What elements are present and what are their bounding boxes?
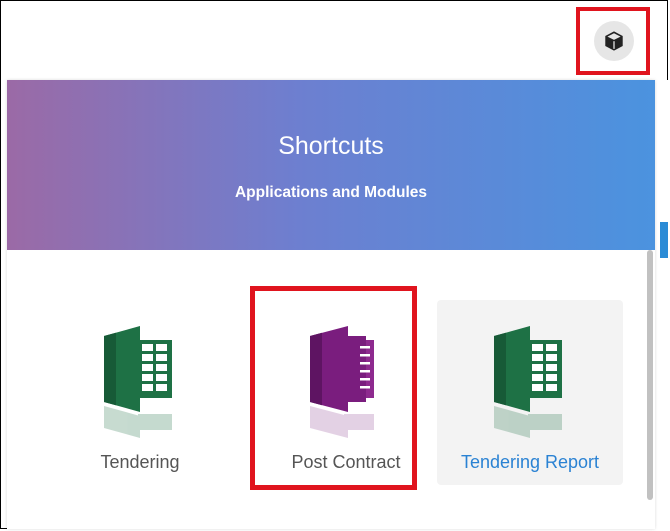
scrollbar-thumb[interactable] bbox=[647, 250, 653, 500]
shortcuts-title: Shortcuts bbox=[278, 132, 384, 160]
page-background-strip bbox=[654, 80, 668, 529]
shortcut-tile-post-contract[interactable]: Post Contract bbox=[251, 300, 441, 485]
shortcut-tile-tendering[interactable]: Tendering bbox=[45, 300, 235, 485]
page-accent bbox=[660, 222, 668, 258]
shortcuts-panel: Shortcuts Applications and Modules Tende… bbox=[7, 80, 655, 529]
spreadsheet-icon bbox=[104, 326, 172, 438]
spreadsheet-icon bbox=[494, 326, 562, 438]
shortcut-tile-tendering-report[interactable]: Tendering Report bbox=[437, 300, 623, 485]
document-icon bbox=[310, 326, 374, 438]
shortcut-label: Post Contract bbox=[291, 452, 401, 472]
apps-menu-button[interactable] bbox=[594, 21, 634, 61]
top-bar bbox=[1, 1, 667, 79]
cube-icon bbox=[605, 31, 623, 51]
shortcut-label: Tendering bbox=[100, 452, 180, 472]
shortcuts-header: Shortcuts Applications and Modules bbox=[7, 80, 655, 250]
shortcuts-subtitle: Applications and Modules bbox=[234, 184, 428, 201]
shortcut-label: Tendering Report bbox=[460, 452, 600, 472]
